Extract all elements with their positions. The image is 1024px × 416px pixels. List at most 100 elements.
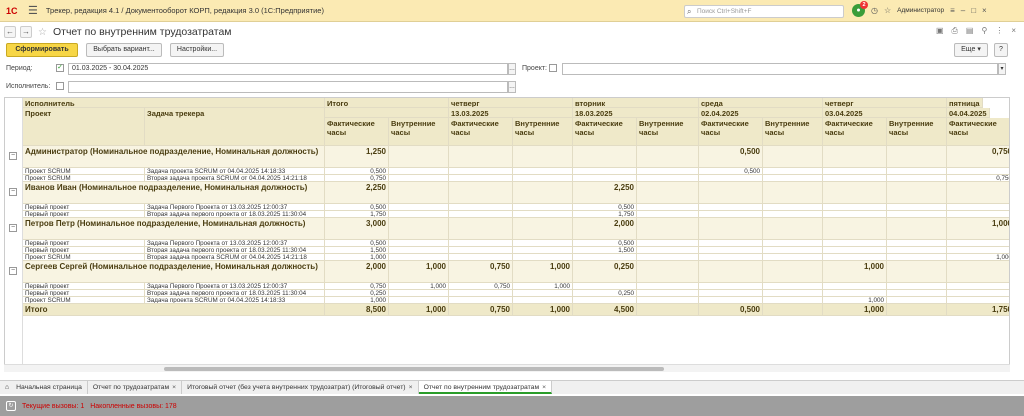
day-internal-value[interactable] [637, 204, 699, 211]
row-project[interactable]: Проект SCRUM [23, 254, 145, 261]
row-project[interactable]: Первый проект [23, 290, 145, 297]
day-fact-value[interactable] [449, 218, 513, 240]
group-executor-name[interactable]: Администратор (Номинальное подразделение… [23, 146, 325, 168]
day-internal-value[interactable] [763, 182, 823, 204]
day-internal-value[interactable] [513, 254, 573, 261]
day-internal-value[interactable] [887, 182, 947, 204]
day-fact-value[interactable] [449, 254, 513, 261]
performance-icon[interactable]: ↻ [6, 401, 16, 411]
day-internal-value[interactable] [763, 254, 823, 261]
preview-icon[interactable]: ▤ [966, 26, 974, 36]
header-task[interactable]: Задача трекера [145, 108, 325, 146]
total-internal-value[interactable]: 1,000 [389, 304, 449, 316]
day-fact-value[interactable]: 1,500 [573, 247, 637, 254]
settings-button[interactable]: Настройки... [170, 43, 224, 57]
day-internal-value[interactable] [513, 247, 573, 254]
total-fact-value[interactable]: 1,250 [325, 146, 389, 168]
day-fact-value[interactable] [699, 211, 763, 218]
header-date[interactable]: 02.04.2025 [699, 108, 823, 118]
day-fact-value[interactable]: 0,500 [699, 168, 763, 175]
total-internal-value[interactable] [389, 175, 449, 182]
total-fact-value[interactable]: 0,250 [325, 290, 389, 297]
day-fact-value[interactable] [947, 283, 1009, 290]
row-project[interactable]: Проект SCRUM [23, 168, 145, 175]
day-internal-value[interactable] [637, 261, 699, 283]
day-internal-value[interactable] [637, 240, 699, 247]
day-internal-value[interactable] [637, 168, 699, 175]
day-fact-value[interactable] [823, 182, 887, 204]
day-internal-value[interactable] [887, 204, 947, 211]
current-user[interactable]: Администратор [897, 7, 944, 14]
tab-close-icon[interactable]: × [409, 384, 413, 391]
header-date[interactable]: 04.04.2025 [947, 108, 990, 118]
day-fact-value[interactable] [449, 182, 513, 204]
total-fact-value[interactable]: 0,750 [325, 283, 389, 290]
total-fact-value[interactable]: 0,500 [325, 168, 389, 175]
total-fact-value[interactable]: 3,000 [325, 218, 389, 240]
day-fact-value[interactable] [823, 240, 887, 247]
header-fact-hours[interactable]: Фактические часы [823, 118, 887, 146]
day-internal-value[interactable] [763, 304, 823, 316]
favorites-icon[interactable]: ☆ [884, 6, 891, 15]
header-fact-hours[interactable]: Фактические часы [325, 118, 389, 146]
day-internal-value[interactable] [763, 283, 823, 290]
header-date[interactable]: 18.03.2025 [573, 108, 699, 118]
day-fact-value[interactable] [699, 254, 763, 261]
day-internal-value[interactable] [513, 182, 573, 204]
notifications-icon[interactable]: ● 2 [852, 1, 868, 17]
day-fact-value[interactable] [449, 290, 513, 297]
header-weekday[interactable]: четверг [823, 98, 947, 108]
day-fact-value[interactable]: 0,250 [573, 290, 637, 297]
day-internal-value[interactable] [513, 218, 573, 240]
day-internal-value[interactable] [637, 146, 699, 168]
row-task[interactable]: Вторая задача проекта SCRUM от 04.04.202… [145, 254, 325, 261]
header-fact-hours[interactable]: Фактические часы [573, 118, 637, 146]
total-fact-value[interactable]: 1,500 [325, 247, 389, 254]
header-project[interactable]: Проект [23, 108, 145, 146]
total-internal-value[interactable]: 1,000 [389, 261, 449, 283]
help-button[interactable]: ? [994, 43, 1008, 57]
day-fact-value[interactable]: 1,750 [573, 211, 637, 218]
total-internal-value[interactable] [389, 146, 449, 168]
day-internal-value[interactable] [637, 218, 699, 240]
executor-checkbox[interactable] [56, 82, 64, 90]
day-internal-value[interactable] [513, 204, 573, 211]
header-executor[interactable]: Исполнитель [23, 98, 325, 108]
day-fact-value[interactable] [823, 146, 887, 168]
day-fact-value[interactable] [699, 240, 763, 247]
row-task[interactable]: Задача Первого Проекта от 13.03.2025 12:… [145, 240, 325, 247]
day-internal-value[interactable] [887, 304, 947, 316]
day-fact-value[interactable] [699, 290, 763, 297]
header-weekday[interactable]: четверг [449, 98, 573, 108]
header-fact-hours[interactable]: Фактические часы [947, 118, 1009, 146]
total-fact-value[interactable]: 1,000 [325, 297, 389, 304]
period-checkbox[interactable]: ✓ [56, 64, 64, 72]
day-fact-value[interactable] [699, 175, 763, 182]
day-internal-value[interactable] [887, 261, 947, 283]
day-internal-value[interactable]: 1,000 [513, 304, 573, 316]
save-icon[interactable]: ▣ [936, 26, 944, 36]
day-fact-value[interactable] [823, 204, 887, 211]
choose-variant-button[interactable]: Выбрать вариант... [86, 43, 162, 57]
group-executor-name[interactable]: Иванов Иван (Номинальное подразделение, … [23, 182, 325, 204]
total-internal-value[interactable] [389, 254, 449, 261]
day-fact-value[interactable] [449, 146, 513, 168]
day-fact-value[interactable] [699, 182, 763, 204]
day-fact-value[interactable] [823, 254, 887, 261]
day-fact-value[interactable] [699, 204, 763, 211]
day-fact-value[interactable] [823, 211, 887, 218]
day-fact-value[interactable]: 0,750 [947, 146, 1009, 168]
header-internal-hours[interactable]: Внутренние часы [389, 118, 449, 146]
day-fact-value[interactable] [947, 168, 1009, 175]
horizontal-scrollbar[interactable] [4, 364, 1010, 372]
total-internal-value[interactable] [389, 240, 449, 247]
total-fact-value[interactable]: 2,250 [325, 182, 389, 204]
scrollbar-thumb[interactable] [164, 367, 664, 371]
project-checkbox[interactable] [549, 64, 557, 72]
day-internal-value[interactable] [887, 240, 947, 247]
total-internal-value[interactable] [389, 211, 449, 218]
global-search-input[interactable]: ⌕ Поиск Ctrl+Shift+F [684, 5, 844, 18]
day-fact-value[interactable]: 4,500 [573, 304, 637, 316]
day-internal-value[interactable] [887, 247, 947, 254]
day-fact-value[interactable] [699, 247, 763, 254]
